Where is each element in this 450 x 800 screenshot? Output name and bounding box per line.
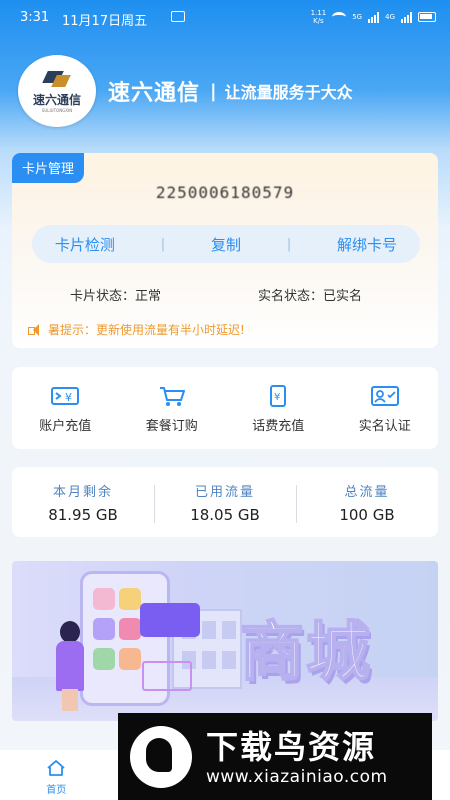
services-grid: ¥ 账户充值 套餐订购 ¥ 话费充值 实名认证 (12, 367, 438, 449)
image-notification-icon (171, 11, 185, 22)
wifi-icon (332, 12, 347, 22)
usage-label: 总流量 (344, 484, 390, 500)
service-label: 实名认证 (358, 419, 411, 434)
brand-name: 速六通信 (108, 81, 201, 106)
usage-label: 本月剩余 (52, 484, 113, 500)
brand-logo: 速六通信 SULIUTONGXIN (18, 55, 96, 127)
store-window (222, 621, 236, 639)
watermark-title: 下载鸟资源 (206, 727, 377, 766)
id-card-icon (370, 386, 399, 406)
data-usage-panel: 本月剩余 81.95 GB 已用流量 18.05 GB 总流量 100 GB (12, 467, 438, 537)
service-label: 话费充值 (252, 419, 305, 434)
card-check-button[interactable]: 卡片检测 (55, 234, 115, 255)
banner-title: 商城 (239, 615, 372, 691)
package-order-button[interactable]: 套餐订购 (119, 367, 226, 449)
tip-text: 暑提示：更新使用流量有半小时延迟! (48, 323, 245, 337)
cart-illustration (142, 661, 192, 691)
shopper-head (60, 621, 80, 643)
app-tile (119, 588, 141, 610)
status-bar: 3:31 11月17日周五 1.11 K/s 5G 4G (0, 0, 450, 36)
card-illustration (140, 603, 200, 637)
usage-delay-tip: 暑提示：更新使用流量有半小时延迟! (28, 321, 245, 338)
phone-yen-icon: ¥ (270, 385, 287, 407)
store-window (202, 621, 216, 639)
shopper-legs (62, 689, 78, 711)
phone-recharge-button[interactable]: ¥ 话费充值 (225, 367, 332, 449)
app-tile (93, 648, 115, 670)
status-date: 11月17日周五 (62, 14, 148, 29)
card-status: 卡片状态：正常 (70, 289, 162, 304)
signal-icon-2 (401, 11, 412, 23)
status-indicators: 1.11 K/s 5G 4G (311, 9, 436, 25)
realname-status: 实名状态：已实名 (258, 289, 363, 304)
nav-home[interactable]: 首页 (0, 750, 113, 800)
app-tile (119, 648, 141, 670)
usage-value: 81.95 GB (48, 505, 118, 524)
sim2-label: 4G (385, 13, 395, 21)
realname-auth-button[interactable]: 实名认证 (332, 367, 439, 449)
card-management-panel: 卡片管理 2250006180579 卡片检测 | 复制 | 解绑卡号 卡片状态… (12, 153, 438, 348)
account-recharge-button[interactable]: ¥ 账户充值 (12, 367, 119, 449)
card-actions-bar: 卡片检测 | 复制 | 解绑卡号 (32, 225, 420, 263)
speaker-icon (28, 323, 42, 336)
total-data: 总流量 100 GB (296, 481, 438, 524)
usage-value: 18.05 GB (190, 505, 260, 524)
app-tile (93, 588, 115, 610)
watermark-text: 下载鸟资源 www.xiazainiao.com (206, 727, 388, 787)
card-number: 2250006180579 (155, 183, 295, 202)
mall-banner[interactable]: 商城 (12, 561, 438, 721)
home-icon (47, 760, 65, 776)
logo-text: 速六通信 (32, 93, 81, 107)
sim1-label: 5G (352, 13, 363, 21)
shopper-illustration (52, 621, 88, 711)
svg-text:¥: ¥ (274, 392, 280, 403)
action-separator: | (286, 236, 292, 252)
cart-icon (159, 387, 185, 406)
watermark: 下载鸟资源 www.xiazainiao.com (118, 713, 432, 800)
battery-icon (418, 12, 436, 22)
watermark-url: www.xiazainiao.com (206, 766, 388, 787)
watermark-bird-icon (130, 725, 192, 788)
logo-subtext: SULIUTONGXIN (41, 108, 73, 113)
used-data: 已用流量 18.05 GB (154, 481, 296, 524)
store-window (202, 651, 216, 669)
net-speed: 1.11 K/s (310, 9, 327, 25)
svg-text:¥: ¥ (65, 391, 72, 404)
usage-label: 已用流量 (194, 484, 255, 500)
app-tile (93, 618, 115, 640)
shopper-body (56, 641, 84, 691)
app-tile (119, 618, 141, 640)
service-label: 账户充值 (39, 419, 92, 434)
signal-icon (368, 11, 380, 23)
status-time: 3:31 (20, 10, 50, 25)
copy-button[interactable]: 复制 (211, 234, 241, 255)
wallet-yen-icon: ¥ (51, 387, 80, 405)
unbind-card-button[interactable]: 解绑卡号 (337, 234, 397, 255)
action-separator: | (160, 236, 166, 252)
brand-slogan: 让流量服务于大众 (224, 83, 353, 102)
app-header: 速六通信 SULIUTONGXIN 速六通信 | 让流量服务于大众 (18, 55, 438, 127)
nav-label: 首页 (46, 785, 67, 796)
usage-value: 100 GB (339, 505, 395, 524)
brand-separator: | (210, 80, 217, 102)
remaining-data: 本月剩余 81.95 GB (12, 481, 154, 524)
logo-mark-icon (43, 69, 71, 89)
card-management-tab: 卡片管理 (12, 153, 85, 183)
service-label: 套餐订购 (145, 419, 198, 434)
store-window (222, 651, 236, 669)
